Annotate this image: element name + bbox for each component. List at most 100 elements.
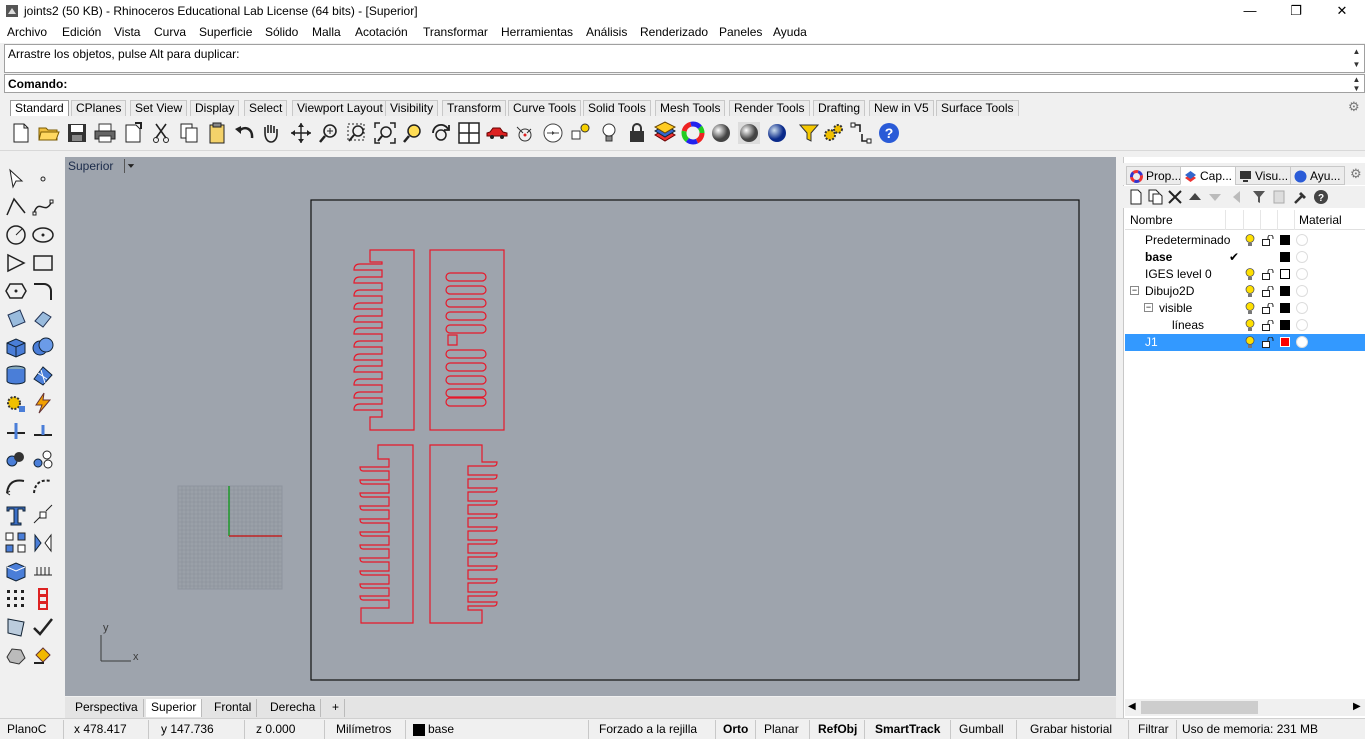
- offset-dashed-icon[interactable]: [31, 475, 55, 499]
- tab-display[interactable]: Display: [190, 100, 240, 116]
- polygon-icon[interactable]: [4, 279, 28, 303]
- tab-help[interactable]: Ayu...: [1290, 166, 1346, 185]
- tab-drafting[interactable]: Drafting: [813, 100, 866, 116]
- car-icon[interactable]: [485, 121, 509, 145]
- menu-herramientas[interactable]: Herramientas: [501, 25, 573, 39]
- filter-icon[interactable]: [797, 121, 821, 145]
- four-viewports-icon[interactable]: [457, 121, 481, 145]
- color-wheel-icon[interactable]: [681, 121, 705, 145]
- tab-select[interactable]: Select: [244, 100, 288, 116]
- cplane-icon[interactable]: [541, 121, 565, 145]
- undo-icon[interactable]: [233, 121, 257, 145]
- unlocked-icon[interactable]: [1262, 320, 1274, 331]
- delete-layer-icon[interactable]: [1167, 189, 1183, 205]
- panel-horizontal-scrollbar[interactable]: ◀ ▶: [1125, 699, 1365, 716]
- tab-perspectiva[interactable]: Perspectiva: [70, 699, 144, 717]
- menu-renderizado[interactable]: Renderizado: [640, 25, 708, 39]
- layer-material-swatch[interactable]: [1296, 234, 1308, 246]
- column-material[interactable]: Material: [1299, 213, 1342, 227]
- trim-icon[interactable]: [31, 419, 55, 443]
- boolean-union-icon[interactable]: [31, 335, 55, 359]
- status-cplane[interactable]: PlanoC: [7, 722, 46, 736]
- layer-material-swatch[interactable]: [1296, 336, 1308, 348]
- menu-paneles[interactable]: Paneles: [719, 25, 762, 39]
- collapse-toggle[interactable]: −: [1130, 286, 1139, 295]
- layer-icon[interactable]: [653, 121, 677, 145]
- layer-row-visible[interactable]: − visible: [1125, 300, 1365, 317]
- fill-gradient-icon[interactable]: [4, 615, 28, 639]
- rendered-sphere-icon[interactable]: [737, 121, 761, 145]
- dots-array-icon[interactable]: [4, 587, 28, 611]
- curve-cv-icon[interactable]: [31, 195, 55, 219]
- point-icon[interactable]: [31, 167, 55, 191]
- layer-color-swatch[interactable]: [1280, 286, 1290, 296]
- mirror-icon[interactable]: [31, 531, 55, 555]
- camera-target-icon[interactable]: [513, 121, 537, 145]
- rotate-view-icon[interactable]: [429, 121, 453, 145]
- layer-row-j1[interactable]: J1: [1125, 334, 1365, 351]
- menu-ayuda[interactable]: Ayuda: [773, 25, 807, 39]
- viewport-title[interactable]: Superior: [68, 159, 113, 173]
- panel-settings-gear-icon[interactable]: ⚙: [1350, 166, 1362, 182]
- blue-sphere-icon[interactable]: [765, 121, 789, 145]
- status-record-history[interactable]: Grabar historial: [1030, 722, 1112, 736]
- zoom-window-icon[interactable]: [345, 121, 369, 145]
- tab-layers[interactable]: Cap...: [1180, 166, 1238, 185]
- menu-acotacion[interactable]: Acotación: [355, 25, 408, 39]
- layer-color-swatch[interactable]: [1280, 303, 1290, 313]
- move-layer-left-icon[interactable]: [1229, 189, 1245, 205]
- light-bulb-on-icon[interactable]: [1245, 319, 1255, 332]
- zoom-icon[interactable]: [317, 121, 341, 145]
- new-file-icon[interactable]: [9, 121, 33, 145]
- viewport-menu-chevron-down-icon[interactable]: [124, 159, 136, 173]
- pan-hand-icon[interactable]: [259, 121, 283, 145]
- tab-surface-tools[interactable]: Surface Tools: [936, 100, 1019, 116]
- tab-transform[interactable]: Transform: [442, 100, 507, 116]
- lock-icon[interactable]: [625, 121, 649, 145]
- menu-archivo[interactable]: Archivo: [7, 25, 47, 39]
- text-icon[interactable]: [4, 503, 28, 527]
- layer-material-swatch[interactable]: [1296, 251, 1308, 263]
- explode-gear-icon[interactable]: [4, 391, 28, 415]
- arc-icon[interactable]: [4, 251, 28, 275]
- status-grid-snap[interactable]: Forzado a la rejilla: [599, 722, 697, 736]
- status-planar[interactable]: Planar: [764, 722, 799, 736]
- cut-icon[interactable]: [149, 121, 173, 145]
- tab-superior[interactable]: Superior: [146, 699, 203, 717]
- menu-vista[interactable]: Vista: [114, 25, 140, 39]
- tab-settings-gear-icon[interactable]: ⚙: [1348, 100, 1362, 114]
- group-icon[interactable]: [4, 447, 28, 471]
- light-bulb-on-icon[interactable]: [1245, 302, 1255, 315]
- surface-corner-icon[interactable]: [4, 307, 28, 331]
- status-current-layer[interactable]: base: [428, 722, 454, 736]
- tab-render-tools[interactable]: Render Tools: [729, 100, 810, 116]
- point-select-icon[interactable]: [569, 121, 593, 145]
- minimize-button[interactable]: —: [1227, 0, 1273, 22]
- layer-row-iges-level-0[interactable]: IGES level 0: [1125, 266, 1365, 283]
- light-bulb-icon[interactable]: [597, 121, 621, 145]
- menu-superficie[interactable]: Superficie: [199, 25, 252, 39]
- scroll-left-icon[interactable]: ◀: [1128, 701, 1136, 712]
- layer-tools-hammer-icon[interactable]: [1293, 189, 1309, 205]
- tab-visibility[interactable]: Visibility: [385, 100, 439, 116]
- scroll-right-icon[interactable]: ▶: [1353, 701, 1361, 712]
- scrollbar-thumb[interactable]: [1141, 701, 1258, 714]
- tab-mesh-tools[interactable]: Mesh Tools: [655, 100, 726, 116]
- layer-color-swatch[interactable]: [1280, 320, 1290, 330]
- save-icon[interactable]: [65, 121, 89, 145]
- status-osnap[interactable]: RefObj: [818, 722, 857, 736]
- unlocked-icon[interactable]: [1262, 303, 1274, 314]
- transform-lightning-icon[interactable]: [31, 391, 55, 415]
- tab-viewport-layout[interactable]: Viewport Layout: [292, 100, 388, 116]
- layer-material-swatch[interactable]: [1296, 268, 1308, 280]
- box-solid-icon[interactable]: [4, 335, 28, 359]
- circle-icon[interactable]: [4, 223, 28, 247]
- menu-edicion[interactable]: Edición: [62, 25, 101, 39]
- import-icon[interactable]: [121, 121, 145, 145]
- polyline-icon[interactable]: [4, 195, 28, 219]
- move-view-icon[interactable]: [289, 121, 313, 145]
- offset-curve-icon[interactable]: [4, 475, 28, 499]
- tab-set-view[interactable]: Set View: [130, 100, 188, 116]
- layer-row-dibujo2d[interactable]: − Dibujo2D: [1125, 283, 1365, 300]
- light-bulb-on-icon[interactable]: [1245, 234, 1255, 247]
